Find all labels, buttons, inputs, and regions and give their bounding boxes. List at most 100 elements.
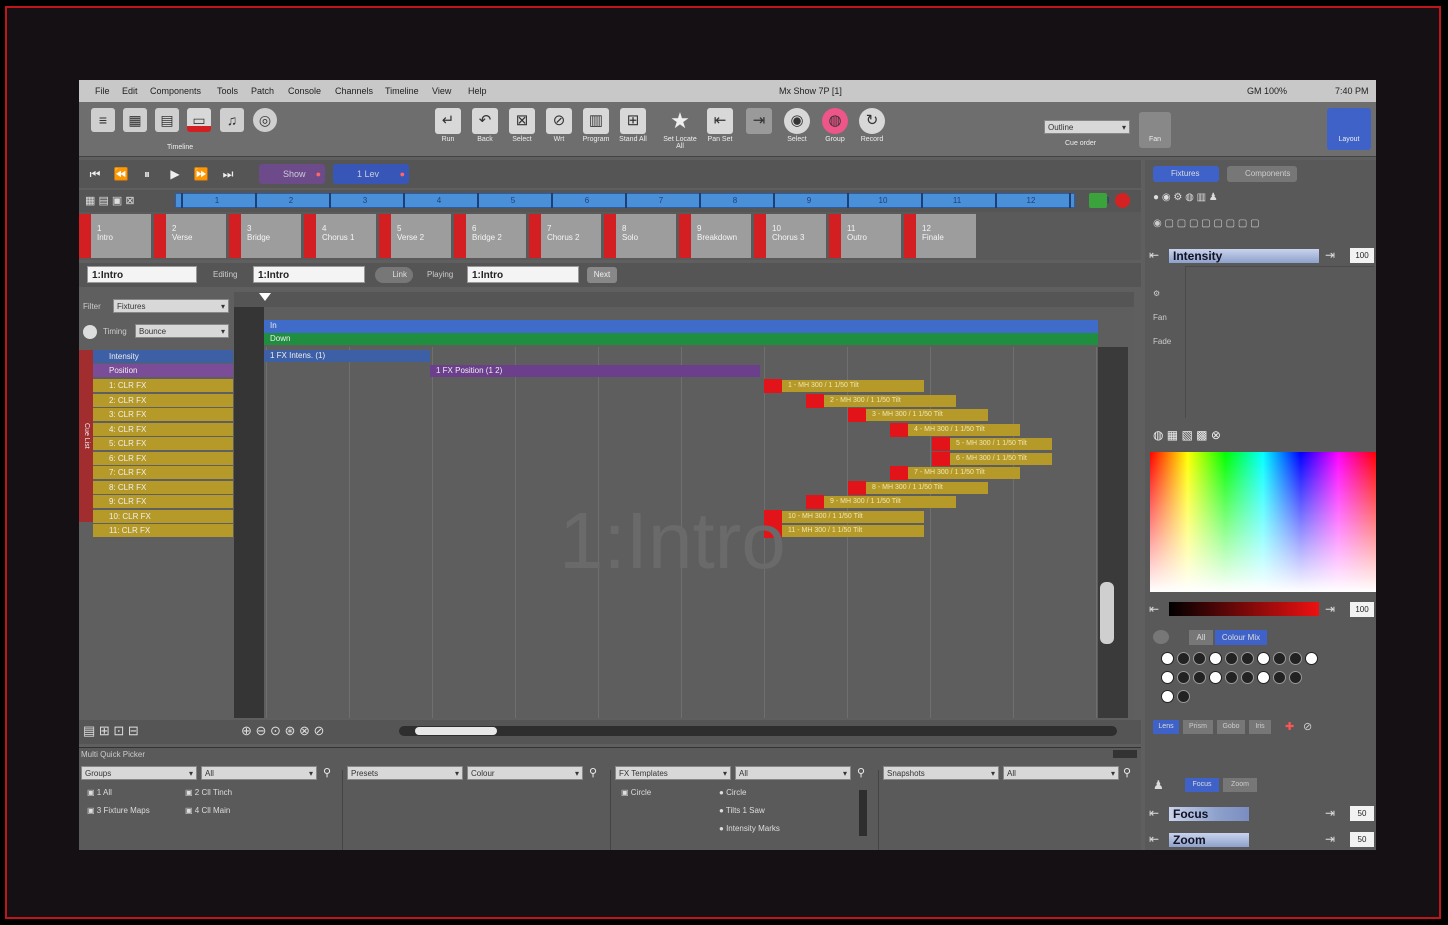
in-bar[interactable]: In (264, 320, 1098, 333)
last-icon[interactable]: ⏭ (218, 165, 238, 183)
colour-swatch[interactable] (1225, 652, 1238, 665)
horizontal-scroll-thumb[interactable] (415, 727, 497, 735)
position-fx-bar[interactable]: 1 FX Position (1 2) (430, 365, 760, 377)
slider-min-icon[interactable]: ⇤ (1149, 806, 1159, 820)
fx-step[interactable]: 10 - MH 300 / 1 1/50 Tilt (764, 509, 924, 524)
menu-tools[interactable]: Tools (217, 86, 238, 96)
fixture-track[interactable]: 9: CLR FX (93, 495, 233, 508)
fx-step[interactable]: 6 - MH 300 / 1 1/50 Tilt (932, 451, 1052, 466)
marker[interactable]: 2 (255, 193, 325, 208)
group-item[interactable]: ▣ 4 Cll Main (185, 806, 230, 815)
stand-all-button[interactable]: ⊞ Stand All (616, 106, 650, 154)
snapshots-filter[interactable]: All ▾ (1003, 766, 1119, 780)
cue-card[interactable]: 6 Bridge 2 (454, 214, 526, 258)
pan-set-button[interactable]: ⇤ Pan Set (703, 106, 737, 154)
tab-zoom[interactable]: Zoom (1223, 778, 1257, 792)
blank-button[interactable]: ⇥ (742, 106, 776, 154)
menu-view[interactable]: View (432, 86, 451, 96)
prism-icon[interactable]: ✚ (1285, 720, 1294, 733)
slider-max-icon[interactable]: ⇥ (1325, 248, 1335, 262)
menu-timeline[interactable]: Timeline (385, 86, 419, 96)
marker[interactable]: 6 (551, 193, 621, 208)
fixture-select-button[interactable]: ◉ Select (780, 106, 814, 154)
search-icon[interactable]: ⚲ (857, 766, 865, 779)
playing-field[interactable]: 1:Intro (467, 266, 579, 283)
fx-item[interactable]: ● Tilts 1 Saw (719, 806, 765, 815)
menu-console[interactable]: Console (288, 86, 321, 96)
tab-iris[interactable]: Iris (1249, 720, 1271, 734)
cue-card[interactable]: 7 Chorus 2 (529, 214, 601, 258)
slider-max-icon[interactable]: ⇥ (1325, 832, 1335, 846)
intensity-value[interactable]: 100 (1350, 248, 1374, 263)
current-cue-field[interactable]: 1:Intro (87, 266, 197, 283)
fixture-track[interactable]: 8: CLR FX (93, 480, 233, 494)
intensity-slider[interactable]: Intensity (1169, 249, 1319, 263)
fixture-track[interactable]: 1: CLR FX (93, 379, 233, 392)
track-tool-icons[interactable]: ▤ ⊞ ⊡ ⊟ (83, 723, 173, 741)
cue-card[interactable]: 10 Chorus 3 (754, 214, 826, 258)
level-chip[interactable]: 1 Lev ● (333, 164, 409, 184)
tab-gobo[interactable]: Gobo (1217, 720, 1245, 734)
show-chip[interactable]: Show ● (259, 164, 325, 184)
colour-mode-icons[interactable]: ◍ ▦ ▧ ▩ ⊗ (1153, 428, 1303, 444)
fan-button[interactable]: Fan (1139, 112, 1171, 148)
marker[interactable]: 11 (921, 193, 991, 208)
fx-step[interactable]: 5 - MH 300 / 1 1/50 Tilt (932, 437, 1052, 451)
colour-swatch[interactable] (1193, 652, 1206, 665)
link-toggle[interactable]: Link (375, 267, 413, 283)
fixture-track[interactable]: 11: CLR FX (93, 524, 233, 537)
dial-icon[interactable]: ◎ (253, 108, 277, 132)
play-icon[interactable]: ▶ (165, 165, 185, 183)
group-button[interactable]: ◍ Group (818, 106, 852, 154)
fx-step[interactable]: 4 - MH 300 / 1 1/50 Tilt (890, 422, 1020, 437)
first-icon[interactable]: ⏮ (85, 165, 105, 183)
colour-swatch[interactable] (1209, 671, 1222, 684)
fixture-track[interactable]: 3: CLR FX (93, 408, 233, 421)
cue-list-tab[interactable]: Cue List (79, 350, 93, 522)
channel-icons[interactable]: ◉ ▢ ▢ ▢ ▢ ▢ ▢ ▢ ▢ (1153, 218, 1371, 234)
locate-all-button[interactable]: ★ Set Locate All (663, 106, 697, 154)
grid-icon[interactable]: ▤ (155, 108, 179, 132)
layout-button[interactable]: Layout (1327, 108, 1371, 150)
cue-card[interactable]: 2 Verse (154, 214, 226, 258)
colour-swatch[interactable] (1177, 671, 1190, 684)
fx-filter[interactable]: All ▾ (735, 766, 851, 780)
zoom-value[interactable]: 50 (1350, 832, 1374, 847)
colour-swatch[interactable] (1273, 671, 1286, 684)
menu-edit[interactable]: Edit (122, 86, 138, 96)
run-button[interactable]: ↵ Run (431, 106, 465, 154)
colour-swatch[interactable] (1209, 652, 1222, 665)
marker[interactable]: 9 (773, 193, 843, 208)
horizontal-scrollbar[interactable] (399, 726, 1117, 736)
slider-min-icon[interactable]: ⇤ (1149, 832, 1159, 846)
vertical-scrollbar[interactable] (1098, 347, 1128, 718)
menu-channels[interactable]: Channels (335, 86, 373, 96)
menu-components[interactable]: Components (150, 86, 201, 96)
fx-step[interactable]: 1 - MH 300 / 1 1/50 Tilt (764, 379, 924, 393)
group-item[interactable]: ▣ 2 Cll Tinch (185, 788, 232, 797)
tab-prism[interactable]: Prism (1183, 720, 1213, 734)
palette-icon[interactable] (1153, 630, 1169, 644)
colour-swatch[interactable] (1305, 652, 1318, 665)
fx-item[interactable]: ▣ Circle (621, 788, 651, 797)
timing-select[interactable]: Bounce ▾ (135, 324, 229, 338)
tab-colour-mix[interactable]: Colour Mix (1215, 630, 1267, 645)
focus-slider[interactable]: Focus (1169, 807, 1249, 821)
timeline-tool-icon[interactable]: ▭ (187, 108, 211, 132)
search-icon[interactable]: ⚲ (323, 766, 331, 779)
calculator-icon[interactable]: ▦ (123, 108, 147, 132)
marker[interactable]: 10 (847, 193, 917, 208)
back-button[interactable]: ↶ Back (468, 106, 502, 154)
fixture-track[interactable]: 10: CLR FX (93, 509, 233, 523)
search-icon[interactable]: ⚲ (589, 766, 597, 779)
fx-step[interactable]: 8 - MH 300 / 1 1/50 Tilt (848, 480, 988, 495)
tab-lens[interactable]: Lens (1153, 720, 1179, 734)
write-button[interactable]: ⊘ Wrt (542, 106, 576, 154)
menu-help[interactable]: Help (468, 86, 487, 96)
marker[interactable]: 7 (625, 193, 695, 208)
cue-card[interactable]: 1 Intro (79, 214, 151, 258)
zoom-tool-icons[interactable]: ⊕ ⊖ ⊙ ⊛ ⊗ ⊘ (241, 723, 401, 741)
red-slider[interactable] (1169, 602, 1319, 616)
zoom-slider[interactable]: Zoom (1169, 833, 1249, 847)
gobo-icon[interactable]: ⊘ (1303, 720, 1312, 733)
